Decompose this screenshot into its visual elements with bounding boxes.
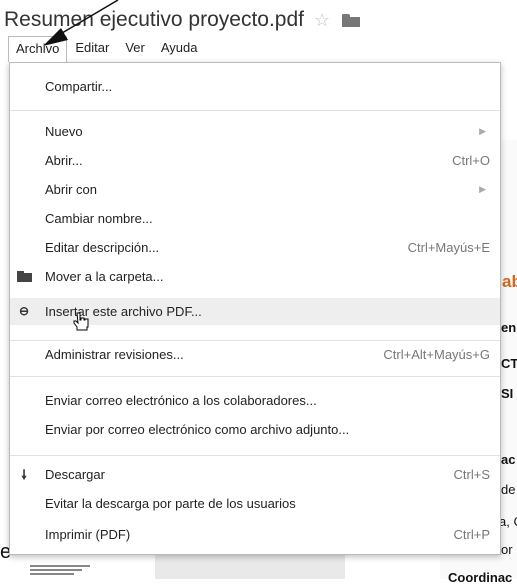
star-icon[interactable]: ☆ bbox=[314, 10, 330, 31]
doc-fragment: en bbox=[501, 320, 517, 335]
hand-cursor-icon bbox=[73, 312, 89, 331]
menu-item-label: Nuevo bbox=[45, 124, 83, 139]
download-icon: 🠗 bbox=[21, 467, 27, 482]
shortcut-label: Ctrl+S bbox=[453, 467, 490, 482]
doc-fragment: SI bbox=[501, 386, 514, 401]
menu-item-label: Evitar la descarga por parte de los usua… bbox=[45, 496, 296, 511]
menu-ver[interactable]: Ver bbox=[117, 36, 153, 62]
menu-editar[interactable]: Editar bbox=[67, 36, 117, 62]
menu-item-share[interactable]: Compartir... bbox=[10, 73, 500, 100]
menu-item-label: Enviar por correo electrónico como archi… bbox=[45, 422, 350, 437]
folder-icon[interactable] bbox=[342, 13, 361, 27]
menu-item-new[interactable]: Nuevo ▶ bbox=[10, 118, 500, 145]
menu-item-label: Administrar revisiones... bbox=[45, 347, 184, 362]
doc-fragment: a, C bbox=[499, 514, 517, 529]
menu-separator bbox=[10, 455, 500, 456]
folder-icon bbox=[17, 271, 32, 282]
menu-item-open-with[interactable]: Abrir con ▶ bbox=[10, 176, 500, 203]
menu-item-print[interactable]: Imprimir (PDF) Ctrl+P bbox=[10, 521, 500, 548]
menu-item-manage-revisions[interactable]: Administrar revisiones... Ctrl+Alt+Mayús… bbox=[10, 341, 500, 368]
shortcut-label: Ctrl+O bbox=[452, 153, 490, 168]
link-icon: ⊖ bbox=[18, 304, 30, 318]
menu-item-label: Descargar bbox=[45, 467, 105, 482]
doc-fragment: CT bbox=[501, 356, 517, 371]
document-title-bar: Resumen ejecutivo proyecto.pdf ☆ bbox=[4, 6, 361, 34]
doc-fragment: Coordinac bbox=[448, 570, 513, 585]
menu-item-label: Compartir... bbox=[45, 79, 113, 94]
menu-item-move-to-folder[interactable]: Mover a la carpeta... bbox=[10, 263, 500, 290]
submenu-arrow-icon: ▶ bbox=[479, 126, 486, 136]
menu-item-download[interactable]: 🠗 Descargar Ctrl+S bbox=[10, 461, 500, 488]
menu-item-label: Abrir... bbox=[45, 153, 83, 168]
shortcut-label: Ctrl+Mayús+E bbox=[407, 240, 490, 255]
doc-fragment: or bbox=[501, 542, 513, 557]
page-thumbnail[interactable] bbox=[30, 563, 100, 579]
menu-item-label: Mover a la carpeta... bbox=[45, 269, 164, 284]
menu-item-label: Enviar correo electrónico a los colabora… bbox=[45, 393, 317, 408]
menu-item-email-collaborators[interactable]: Enviar correo electrónico a los colabora… bbox=[10, 387, 500, 414]
menu-bar: Archivo Editar Ver Ayuda bbox=[0, 36, 205, 62]
menu-item-prevent-download[interactable]: Evitar la descarga por parte de los usua… bbox=[10, 490, 500, 517]
doc-fragment-heading: ab bbox=[502, 272, 517, 291]
archivo-dropdown-menu: Compartir... Nuevo ▶ Abrir... Ctrl+O Abr… bbox=[9, 62, 501, 555]
menu-item-edit-description[interactable]: Editar descripción... Ctrl+Mayús+E bbox=[10, 234, 500, 261]
menu-item-label: Insertar este archivo PDF... bbox=[45, 304, 202, 319]
shortcut-label: Ctrl+Alt+Mayús+G bbox=[383, 347, 490, 362]
menu-separator bbox=[10, 110, 500, 111]
document-title[interactable]: Resumen ejecutivo proyecto.pdf bbox=[4, 8, 304, 32]
menu-item-label: Imprimir (PDF) bbox=[45, 527, 131, 542]
menu-item-label: Abrir con bbox=[45, 182, 98, 197]
menu-separator bbox=[10, 376, 500, 377]
menu-item-open[interactable]: Abrir... Ctrl+O bbox=[10, 147, 500, 174]
menu-item-email-attachment[interactable]: Enviar por correo electrónico como archi… bbox=[10, 416, 500, 443]
menu-archivo[interactable]: Archivo bbox=[8, 36, 68, 62]
menu-ayuda[interactable]: Ayuda bbox=[153, 36, 206, 62]
doc-fragment: de bbox=[501, 482, 516, 497]
menu-item-label: Cambiar nombre... bbox=[45, 211, 153, 226]
submenu-arrow-icon: ▶ bbox=[479, 184, 486, 194]
menu-item-rename[interactable]: Cambiar nombre... bbox=[10, 205, 500, 232]
shortcut-label: Ctrl+P bbox=[453, 527, 490, 542]
doc-fragment: ac bbox=[501, 452, 516, 467]
menu-item-label: Editar descripción... bbox=[45, 240, 160, 255]
